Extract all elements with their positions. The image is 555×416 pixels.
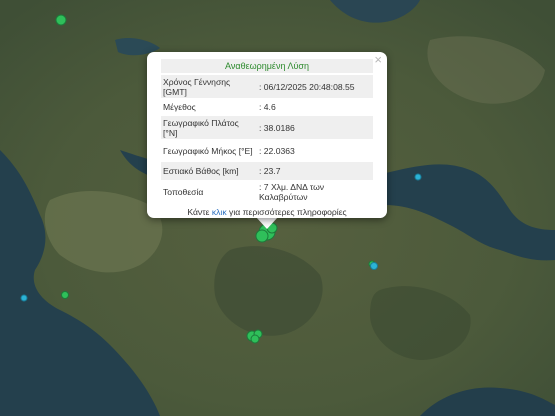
- more-prefix: Κάντε: [187, 207, 210, 217]
- marker-deep-event[interactable]: [20, 294, 28, 302]
- table-row: Μέγεθος : 4.6: [161, 98, 373, 116]
- table-row: Εστιακό Βάθος [km] : 23.7: [161, 162, 373, 180]
- more-info-link[interactable]: κλικ: [212, 207, 227, 217]
- row-value: : 38.0186: [257, 116, 373, 139]
- row-value: : 7 Χλμ. ΔΝΔ των Καλαβρύτων: [259, 181, 325, 202]
- row-value: : 23.7: [257, 162, 373, 180]
- row-label: Εστιακό Βάθος [km]: [161, 162, 257, 180]
- marker-event[interactable]: [250, 334, 260, 344]
- table-row: Χρόνος Γέννησης [GMT] : 06/12/2025 20:48…: [161, 75, 373, 98]
- row-value: : 4.6: [259, 102, 276, 112]
- marker-deep-event[interactable]: [414, 173, 422, 181]
- row-label: Γεωγραφικό Μήκος [°E]: [163, 145, 253, 156]
- table-row: Γεωγραφικό Μήκος [°E] : 22.0363: [161, 139, 373, 162]
- marker-deep-event[interactable]: [370, 262, 378, 270]
- more-suffix: για περισσότερες πληροφορίες: [229, 207, 347, 217]
- popup-title: Αναθεωρημένη Λύση: [161, 59, 373, 73]
- popup-pointer: [256, 217, 278, 229]
- row-label: Τοποθεσία: [163, 186, 204, 197]
- marker-event[interactable]: [61, 291, 69, 299]
- table-row: Τοποθεσία : 7 Χλμ. ΔΝΔ των Καλαβρύτων: [161, 180, 373, 203]
- row-label: Χρόνος Γέννησης [GMT]: [161, 75, 257, 98]
- more-info-line: Κάντε κλικ για περισσότερες πληροφορίες: [161, 207, 373, 217]
- event-details-table: Χρόνος Γέννησης [GMT] : 06/12/2025 20:48…: [161, 75, 373, 203]
- row-label: Μέγεθος: [163, 102, 196, 112]
- close-icon[interactable]: ×: [374, 53, 382, 67]
- row-label: Γεωγραφικό Πλάτος [°N]: [161, 116, 257, 139]
- row-value: : 22.0363: [259, 145, 295, 156]
- row-value: : 06/12/2025 20:48:08.55: [257, 75, 373, 98]
- marker-event[interactable]: [55, 14, 67, 26]
- earthquake-info-popup: × Αναθεωρημένη Λύση Χρόνος Γέννησης [GMT…: [147, 52, 387, 218]
- marker-event[interactable]: [255, 229, 269, 243]
- table-row: Γεωγραφικό Πλάτος [°N] : 38.0186: [161, 116, 373, 139]
